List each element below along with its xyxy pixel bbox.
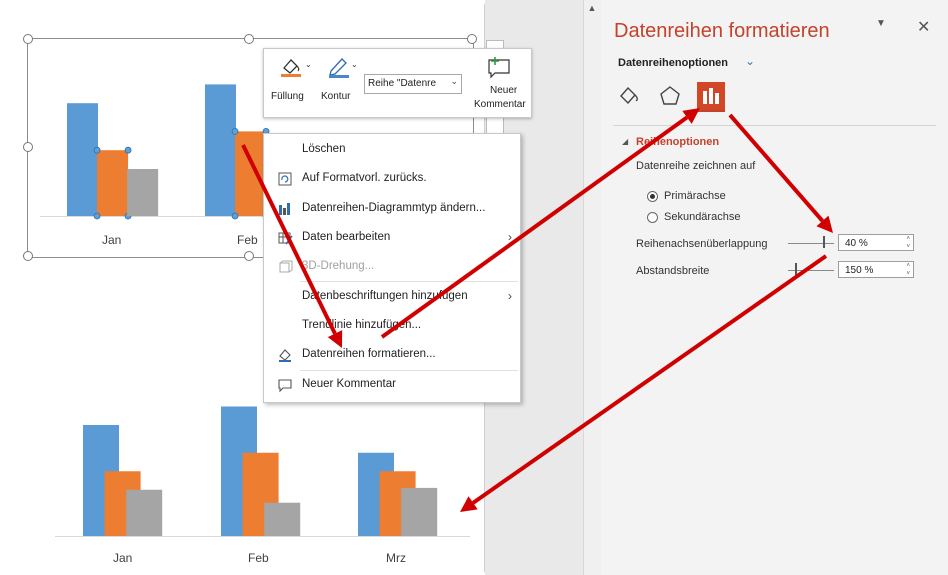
format-series-icon: [279, 349, 291, 362]
menu-item-new-comment[interactable]: Neuer Kommentar: [264, 374, 520, 396]
reset-style-icon: [278, 172, 292, 186]
menu-item-change-chart-type[interactable]: Datenreihen-Diagrammtyp ändern...: [264, 198, 520, 220]
top-category-feb: Feb: [237, 233, 258, 247]
paint-bucket-icon: [620, 86, 638, 105]
menu-item-label: Löschen: [302, 143, 346, 155]
primary-axis-label: Primärachse: [664, 190, 726, 202]
bottom-category-mrz: Mrz: [386, 551, 406, 565]
comment-label-1: Neuer: [490, 85, 518, 96]
comment-icon: [278, 379, 292, 393]
fill-label: Füllung: [271, 91, 304, 102]
mini-toolbar: ⌄ Füllung ⌄ Kontur Reihe "Datenre ⌄ Neue…: [263, 48, 532, 118]
pane-options-icon[interactable]: ▼: [876, 18, 886, 29]
menu-item-label: Datenreihen-Diagrammtyp ändern...: [302, 202, 486, 214]
submenu-arrow-icon: ›: [508, 230, 512, 244]
menu-item-label: Datenbeschriftungen hinzufügen: [302, 290, 468, 302]
top-category-jan: Jan: [102, 233, 122, 247]
outline-button[interactable]: ⌄: [326, 55, 360, 79]
menu-item-edit-data[interactable]: Daten bearbeiten ›: [264, 227, 520, 249]
section-title[interactable]: Reihenoptionen: [636, 136, 719, 148]
close-icon[interactable]: ✕: [917, 17, 930, 37]
bar-feb-series-3: [264, 502, 301, 536]
collapse-triangle-icon[interactable]: ◢: [622, 137, 628, 146]
series-options-title[interactable]: Datenreihenoptionen: [618, 57, 728, 69]
overlap-value: 40 %: [845, 238, 868, 249]
pentagon-icon: [660, 86, 680, 105]
menu-item-format-series[interactable]: Datenreihen formatieren...: [264, 344, 520, 366]
menu-divider: [300, 370, 518, 371]
bar-selection-handle: [93, 146, 101, 154]
menu-item-3d-rotation: 3D-Drehung...: [264, 256, 520, 278]
secondary-axis-radio[interactable]: [647, 212, 658, 223]
tab-effects[interactable]: [656, 82, 684, 110]
format-pane: [601, 0, 948, 575]
menu-item-add-trendline[interactable]: Trendlinie hinzufügen...: [264, 315, 520, 337]
edit-data-icon: [278, 232, 293, 245]
bar-mrz-series-3: [401, 487, 438, 536]
rotation-3d-icon: [279, 260, 293, 273]
bottom-category-feb: Feb: [248, 551, 269, 565]
chevron-down-icon[interactable]: ⌄: [745, 54, 755, 68]
top-bar-jan-series-3: [127, 169, 159, 216]
overlap-slider[interactable]: [788, 243, 834, 244]
bar-chart-icon: [697, 82, 725, 110]
overlap-label: Reihenachsenüberlappung: [636, 238, 768, 250]
menu-item-reset-style[interactable]: Auf Formatvorl. zurücks.: [264, 168, 520, 190]
menu-item-label: Datenreihen formatieren...: [302, 348, 436, 360]
menu-item-label: Trendlinie hinzufügen...: [302, 319, 422, 331]
svg-text:⌄: ⌄: [305, 60, 312, 69]
menu-item-label: Auf Formatvorl. zurücks.: [302, 172, 427, 184]
chart-type-icon: [279, 203, 290, 215]
bar-selection-handle: [124, 146, 132, 154]
tab-series-options[interactable]: [697, 82, 725, 112]
top-bar-feb-series-1: [205, 84, 236, 217]
bar-selection-handle: [231, 127, 239, 135]
tab-fill-line[interactable]: [615, 82, 643, 110]
bottom-category-jan: Jan: [113, 551, 133, 565]
menu-item-label: 3D-Drehung...: [302, 260, 375, 272]
primary-axis-radio[interactable]: [647, 191, 658, 202]
fill-button[interactable]: ⌄: [278, 55, 314, 79]
gap-width-label: Abstandsbreite: [636, 265, 710, 277]
gap-width-spinner[interactable]: 150 % ˄ ˅: [838, 261, 914, 278]
menu-divider: [300, 281, 518, 282]
bar-selection-handle: [231, 212, 239, 220]
context-menu: Löschen Auf Formatvorl. zurücks. Datenre…: [263, 133, 521, 403]
series-select-value: Reihe "Datenre: [368, 78, 437, 89]
bar-selection-handle: [93, 212, 101, 220]
menu-item-delete[interactable]: Löschen: [264, 139, 520, 161]
comment-add-icon: [488, 57, 510, 79]
secondary-axis-label: Sekundärachse: [664, 211, 741, 223]
paint-bucket-icon: ⌄: [281, 59, 312, 77]
spinner-arrows-icon[interactable]: ˄ ˅: [906, 235, 910, 251]
overlap-slider-thumb[interactable]: [823, 236, 825, 248]
overlap-spinner[interactable]: 40 % ˄ ˅: [838, 234, 914, 251]
gap-width-value: 150 %: [845, 265, 874, 276]
outline-label: Kontur: [321, 91, 351, 102]
chevron-down-icon: ⌄: [450, 76, 458, 86]
gap-width-slider-thumb[interactable]: [795, 263, 797, 275]
menu-item-add-data-labels[interactable]: Datenbeschriftungen hinzufügen ›: [264, 286, 520, 308]
svg-text:⌄: ⌄: [351, 60, 358, 69]
top-bar-jan-series-2: [97, 150, 129, 216]
new-comment-button[interactable]: Neuer Kommentar: [474, 53, 528, 115]
comment-label-2: Kommentar: [474, 99, 526, 110]
pen-icon: ⌄: [329, 58, 358, 78]
top-bar-feb-series-2: [235, 131, 267, 216]
menu-item-label: Daten bearbeiten: [302, 231, 391, 243]
series-select[interactable]: Reihe "Datenre ⌄: [364, 74, 462, 94]
pane-title: Datenreihen formatieren: [614, 20, 830, 42]
scroll-up-icon[interactable]: ▲: [583, 0, 601, 16]
top-bar-jan-series-1: [67, 103, 98, 216]
plot-on-label: Datenreihe zeichnen auf: [636, 160, 756, 172]
spinner-arrows-icon[interactable]: ˄ ˅: [906, 262, 910, 278]
bar-jan-series-3: [126, 489, 163, 536]
submenu-arrow-icon: ›: [508, 289, 512, 303]
section-divider: [613, 125, 936, 126]
vertical-scrollbar[interactable]: [583, 0, 602, 575]
menu-item-label: Neuer Kommentar: [302, 378, 396, 390]
